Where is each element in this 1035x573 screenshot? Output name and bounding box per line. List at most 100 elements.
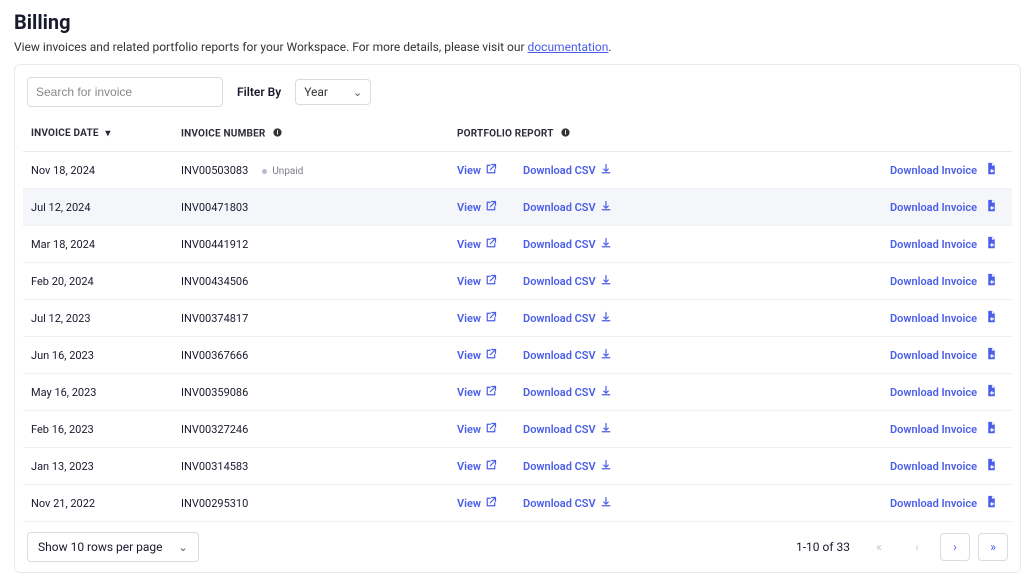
table-footer: Show 10 rows per page ⌄ 1-10 of 33 « ‹ ›…	[23, 522, 1012, 564]
download-csv-link[interactable]: Download CSV	[523, 385, 612, 400]
view-link[interactable]: View	[457, 496, 497, 511]
pager-prev-button[interactable]: ‹	[902, 533, 932, 561]
download-invoice-link[interactable]: Download Invoice	[890, 349, 977, 362]
table-row: May 16, 2023INV00359086ViewDownload CSVD…	[23, 374, 1012, 411]
download-invoice-label: Download Invoice	[890, 312, 977, 325]
table-row: Nov 18, 2024 INV00503083 Unpaid View Downloa…	[23, 152, 1012, 189]
view-link[interactable]: View	[457, 163, 497, 178]
download-invoice-link[interactable]: Download Invoice	[890, 423, 977, 436]
file-download-icon[interactable]	[985, 384, 998, 400]
download-invoice-link[interactable]: Download Invoice	[890, 460, 977, 473]
file-download-icon[interactable]	[985, 421, 998, 437]
invoice-number: INV00314583	[181, 460, 248, 473]
view-label: View	[457, 238, 481, 251]
download-invoice-link[interactable]: Download Invoice	[890, 386, 977, 399]
portfolio-report-cell: View Download CSV	[449, 485, 749, 522]
file-download-icon[interactable]	[985, 310, 998, 326]
download-csv-link[interactable]: Download CSV	[523, 200, 612, 215]
invoice-date: Mar 18, 2024	[23, 226, 173, 263]
download-invoice-label: Download Invoice	[890, 460, 977, 473]
documentation-link[interactable]: documentation	[528, 40, 609, 54]
invoice-number-cell: INV00434506	[173, 263, 449, 300]
file-download-icon[interactable]	[985, 199, 998, 215]
invoice-date: Nov 18, 2024	[23, 152, 173, 189]
download-invoice-link[interactable]: Download Invoice	[890, 312, 977, 325]
pager-last-button[interactable]: »	[978, 533, 1008, 561]
download-invoice-link[interactable]: Download Invoice	[890, 238, 977, 251]
invoice-number-cell: INV00471803	[173, 189, 449, 226]
file-download-icon[interactable]	[985, 458, 998, 474]
col-header-date[interactable]: Invoice Date ▾	[23, 117, 173, 152]
rows-per-page-select[interactable]: Show 10 rows per page ⌄	[27, 532, 199, 562]
view-link[interactable]: View	[457, 200, 497, 215]
rows-per-page-label: Show 10 rows per page	[38, 540, 163, 554]
info-icon[interactable]: i	[272, 127, 283, 141]
download-invoice-cell: Download Invoice	[749, 337, 1012, 374]
pager: 1-10 of 33 « ‹ › »	[796, 533, 1008, 561]
year-select[interactable]: Year ⌄	[295, 79, 371, 105]
invoice-number: INV00327246	[181, 423, 248, 436]
download-invoice-cell: Download Invoice	[749, 189, 1012, 226]
col-header-download	[749, 117, 1012, 152]
chevron-down-icon: ⌄	[353, 86, 362, 99]
download-csv-link[interactable]: Download CSV	[523, 237, 612, 252]
view-link[interactable]: View	[457, 348, 497, 363]
invoice-number-cell: INV00503083 Unpaid	[173, 152, 449, 189]
download-invoice-link[interactable]: Download Invoice	[890, 275, 977, 288]
view-label: View	[457, 423, 481, 436]
file-download-icon[interactable]	[985, 162, 998, 178]
download-invoice-cell: Download Invoice	[749, 300, 1012, 337]
download-csv-label: Download CSV	[523, 312, 596, 325]
download-invoice-label: Download Invoice	[890, 201, 977, 214]
invoice-number-cell: INV00441912	[173, 226, 449, 263]
file-download-icon[interactable]	[985, 495, 998, 511]
download-invoice-cell: Download Invoice	[749, 226, 1012, 263]
invoice-number: INV00503083	[181, 164, 248, 177]
download-csv-link[interactable]: Download CSV	[523, 422, 612, 437]
view-link[interactable]: View	[457, 459, 497, 474]
subtitle-post: .	[608, 40, 611, 54]
invoice-table: Invoice Date ▾ Invoice Number i Portfoli…	[23, 117, 1012, 522]
file-download-icon[interactable]	[985, 347, 998, 363]
file-download-icon[interactable]	[985, 273, 998, 289]
download-icon	[600, 348, 612, 363]
view-link[interactable]: View	[457, 311, 497, 326]
download-invoice-cell: Download Invoice	[749, 411, 1012, 448]
download-invoice-link[interactable]: Download Invoice	[890, 201, 977, 214]
download-invoice-cell: Download Invoice	[749, 152, 1012, 189]
portfolio-report-cell: View Download CSV	[449, 337, 749, 374]
pager-first-button[interactable]: «	[864, 533, 894, 561]
download-csv-label: Download CSV	[523, 238, 596, 251]
view-link[interactable]: View	[457, 237, 497, 252]
status-text: Unpaid	[272, 166, 303, 177]
page-subtitle: View invoices and related portfolio repo…	[14, 40, 1021, 54]
pager-next-button[interactable]: ›	[940, 533, 970, 561]
external-link-icon	[485, 422, 497, 437]
download-csv-link[interactable]: Download CSV	[523, 496, 612, 511]
status-dot-icon	[262, 169, 267, 174]
view-link[interactable]: View	[457, 422, 497, 437]
download-csv-link[interactable]: Download CSV	[523, 459, 612, 474]
invoice-number-cell: INV00314583	[173, 448, 449, 485]
table-row: Jun 16, 2023INV00367666ViewDownload CSVD…	[23, 337, 1012, 374]
billing-card: Filter By Year ⌄ Invoice Date ▾ Invoice …	[14, 64, 1021, 573]
invoice-number-cell: INV00367666	[173, 337, 449, 374]
year-select-value: Year	[304, 85, 328, 99]
download-csv-link[interactable]: Download CSV	[523, 348, 612, 363]
file-download-icon[interactable]	[985, 236, 998, 252]
download-csv-link[interactable]: Download CSV	[523, 163, 612, 178]
search-input[interactable]	[27, 77, 223, 107]
download-invoice-link[interactable]: Download Invoice	[890, 164, 977, 177]
portfolio-report-cell: View Download CSV	[449, 152, 749, 189]
view-label: View	[457, 497, 481, 510]
download-invoice-cell: Download Invoice	[749, 374, 1012, 411]
download-csv-link[interactable]: Download CSV	[523, 274, 612, 289]
invoice-number: INV00441912	[181, 238, 248, 251]
download-csv-link[interactable]: Download CSV	[523, 311, 612, 326]
download-invoice-link[interactable]: Download Invoice	[890, 497, 977, 510]
download-csv-label: Download CSV	[523, 164, 596, 177]
view-link[interactable]: View	[457, 385, 497, 400]
view-link[interactable]: View	[457, 274, 497, 289]
invoice-number: INV00295310	[181, 497, 248, 510]
info-icon[interactable]: i	[560, 127, 571, 141]
